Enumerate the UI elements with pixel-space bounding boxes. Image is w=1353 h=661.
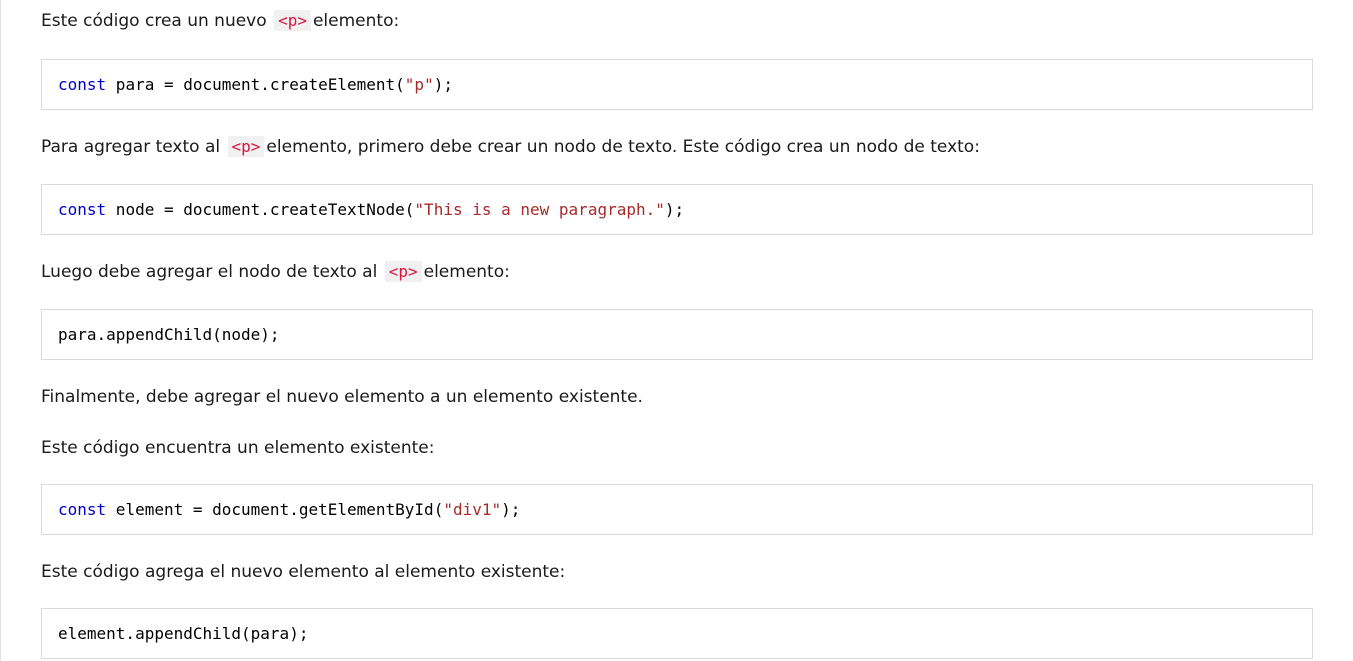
code-keyword: const: [58, 500, 107, 519]
left-divider: [0, 0, 1, 661]
code-text: node = document.createTextNode(: [106, 200, 415, 219]
paragraph-text: elemento:: [423, 262, 510, 282]
paragraph-append-node: Luego debe agregar el nodo de texto al <…: [41, 260, 510, 284]
paragraph-text: elemento, primero debe crear un nodo de …: [266, 137, 980, 157]
code-text: para.appendChild(node);: [58, 325, 280, 344]
paragraph-text: elemento:: [312, 11, 400, 31]
code-text: );: [433, 75, 453, 94]
inline-code-p-tag: <p>: [227, 136, 265, 157]
paragraph-append-element: Este código agrega el nuevo elemento al …: [41, 562, 566, 582]
code-example-create-element[interactable]: const para = document.createElement("p")…: [41, 59, 1313, 110]
code-text: );: [501, 500, 521, 519]
code-string: "div1": [443, 500, 502, 519]
code-text: para = document.createElement(: [106, 75, 405, 94]
code-example-append-para[interactable]: element.appendChild(para);: [41, 608, 1313, 659]
code-string: "This is a new paragraph.": [414, 200, 665, 219]
code-example-create-text-node[interactable]: const node = document.createTextNode("Th…: [41, 184, 1313, 235]
code-example-get-element[interactable]: const element = document.getElementById(…: [41, 484, 1313, 535]
inline-code-p-tag: <p>: [384, 261, 422, 282]
code-keyword: const: [58, 200, 107, 219]
inline-code-p-tag: <p>: [274, 10, 311, 31]
code-text: );: [664, 200, 685, 219]
paragraph-add-text: Para agregar texto al <p> elemento, prime…: [41, 135, 980, 159]
paragraph-text: Luego debe agregar el nodo de texto al: [41, 262, 378, 282]
paragraph-create-element: Este código crea un nuevo <p> elemento:: [41, 9, 399, 33]
paragraph-finally: Finalmente, debe agregar el nuevo elemen…: [41, 387, 643, 407]
code-text: element.appendChild(para);: [58, 624, 309, 643]
code-example-append-node[interactable]: para.appendChild(node);: [41, 309, 1313, 360]
code-keyword: const: [58, 75, 107, 94]
paragraph-find-element: Este código encuentra un elemento existe…: [41, 438, 435, 458]
paragraph-text: Para agregar texto al: [41, 137, 221, 157]
paragraph-text: Este código crea un nuevo: [41, 11, 267, 31]
code-text: element = document.getElementById(: [106, 500, 444, 519]
code-string: "p": [404, 75, 434, 94]
